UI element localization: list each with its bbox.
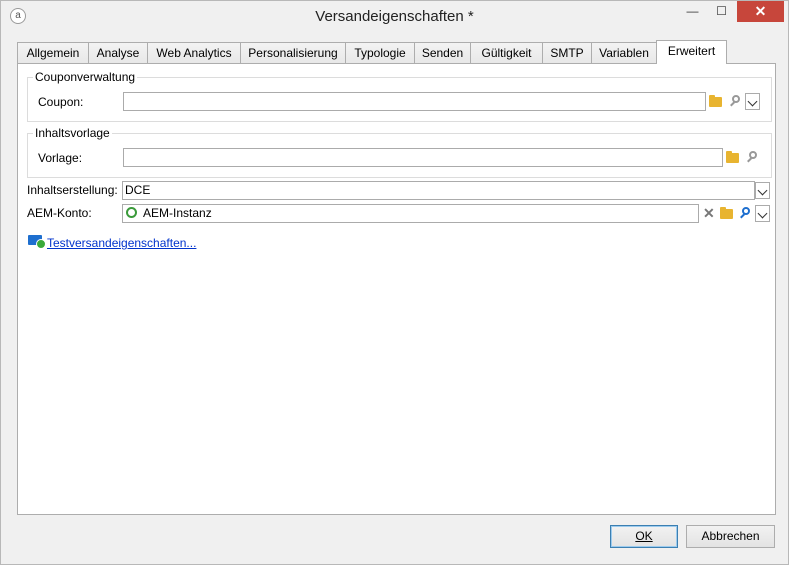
coupon-folder-icon[interactable]	[707, 93, 723, 109]
cancel-button[interactable]: Abbrechen	[686, 525, 775, 548]
tab-allgemein[interactable]: Allgemein	[17, 42, 89, 63]
minimize-button[interactable]: —	[678, 1, 707, 22]
template-folder-icon[interactable]	[724, 149, 740, 165]
aem-search-icon[interactable]	[736, 205, 752, 221]
coupon-search-icon[interactable]	[726, 93, 742, 109]
aem-instance-icon	[126, 207, 137, 218]
tab-senden[interactable]: Senden	[414, 42, 471, 63]
aem-account-label: AEM-Konto:	[27, 206, 92, 220]
mail-check-icon	[28, 235, 46, 249]
tab-typologie[interactable]: Typologie	[345, 42, 415, 63]
title-bar: a Versandeigenschaften * — ☐ ✕	[1, 1, 788, 32]
template-group-title: Inhaltsvorlage	[33, 126, 112, 140]
close-button[interactable]: ✕	[737, 1, 784, 22]
aem-clear-icon[interactable]: ✕	[700, 205, 716, 221]
tab-variablen[interactable]: Variablen	[591, 42, 657, 63]
chevron-down-icon	[747, 96, 758, 107]
tab-analyse[interactable]: Analyse	[88, 42, 148, 63]
template-input[interactable]	[123, 148, 723, 167]
coupon-dropdown-button[interactable]	[745, 93, 760, 110]
maximize-button[interactable]: ☐	[707, 1, 736, 22]
test-properties-link[interactable]: Testversandeigenschaften...	[47, 236, 196, 250]
window-title: Versandeigenschaften *	[315, 8, 474, 25]
tab-erweitert[interactable]: Erweitert	[656, 40, 727, 64]
chevron-down-icon	[757, 185, 768, 196]
content-creation-label: Inhaltserstellung:	[27, 183, 118, 197]
content-creation-select[interactable]: DCE	[122, 181, 755, 200]
coupon-label: Coupon:	[38, 95, 84, 109]
tab-personalisierung[interactable]: Personalisierung	[240, 42, 346, 63]
template-search-icon[interactable]	[743, 149, 759, 165]
ok-button-label: OK	[635, 529, 653, 543]
aem-account-value: AEM-Instanz	[143, 206, 212, 220]
tab-smtp[interactable]: SMTP	[542, 42, 592, 63]
aem-dropdown-button[interactable]	[755, 205, 770, 222]
coupon-group-title: Couponverwaltung	[33, 70, 138, 84]
dialog-window: a Versandeigenschaften * — ☐ ✕ Allgemein…	[0, 0, 789, 565]
tab-panel-erweitert: Couponverwaltung Coupon: Inhaltsvorlage …	[17, 63, 776, 515]
tab-gueltigkeit[interactable]: Gültigkeit	[470, 42, 543, 63]
aem-account-input[interactable]: AEM-Instanz	[122, 204, 699, 223]
template-label: Vorlage:	[38, 151, 83, 165]
aem-folder-icon[interactable]	[718, 205, 734, 221]
content-creation-dropdown-button[interactable]	[755, 182, 770, 199]
tab-web-analytics[interactable]: Web Analytics	[147, 42, 241, 63]
cancel-button-label: Abbrechen	[701, 529, 760, 543]
coupon-input[interactable]	[123, 92, 706, 111]
ok-button[interactable]: OK	[610, 525, 678, 548]
chevron-down-icon	[757, 208, 768, 219]
